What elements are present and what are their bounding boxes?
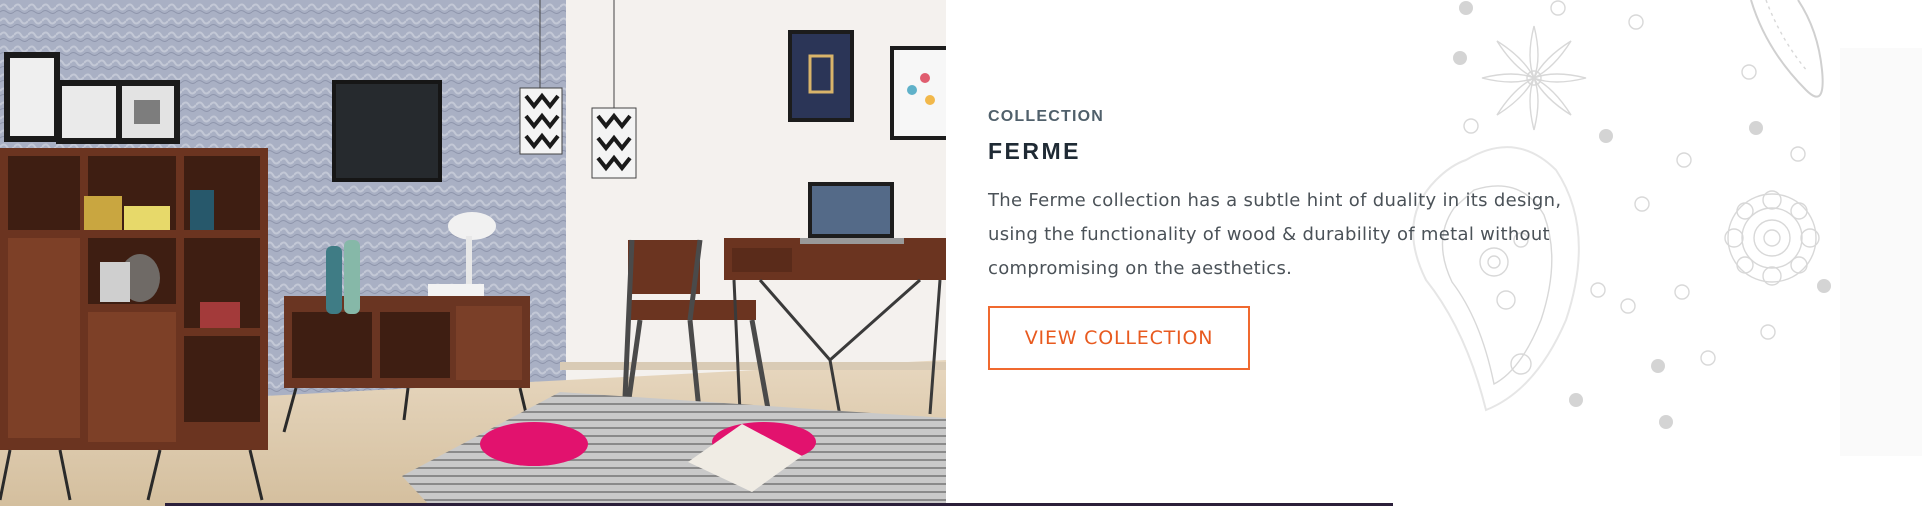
collection-description: The Ferme collection has a subtle hint o… [988, 190, 1562, 279]
collection-eyebrow: COLLECTION [988, 108, 1104, 125]
collection-title: FERME [988, 138, 1081, 164]
collection-info-panel: COLLECTION FERME The Ferme collection ha… [946, 0, 1922, 506]
collection-hero-image [0, 0, 946, 506]
view-collection-button[interactable]: VIEW COLLECTION [988, 306, 1250, 370]
